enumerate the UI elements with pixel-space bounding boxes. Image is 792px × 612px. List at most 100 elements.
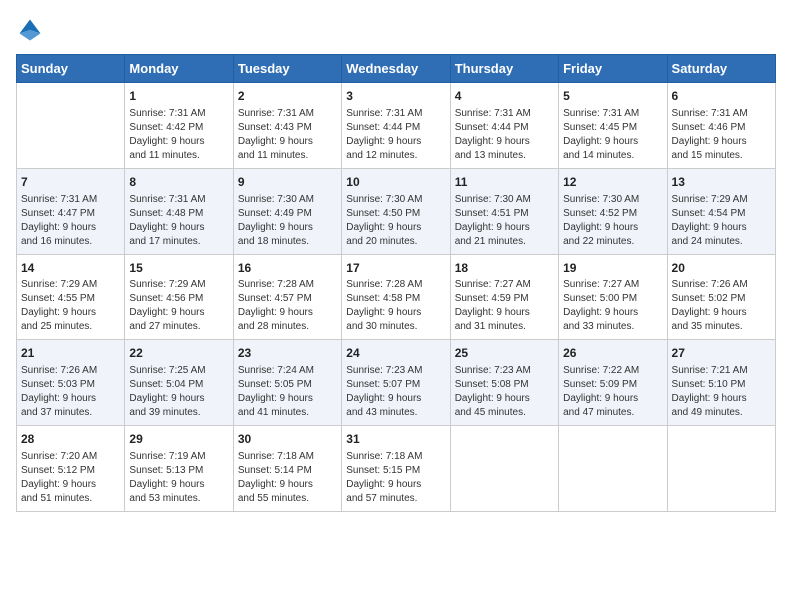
- day-info: Sunset: 4:54 PM: [672, 207, 771, 221]
- day-info: Sunset: 4:42 PM: [129, 121, 228, 135]
- weekday-header-row: SundayMondayTuesdayWednesdayThursdayFrid…: [17, 55, 776, 83]
- day-info: Daylight: 9 hours: [238, 221, 337, 235]
- day-number: 24: [346, 345, 445, 362]
- day-info: Daylight: 9 hours: [346, 135, 445, 149]
- calendar-cell: 3Sunrise: 7:31 AMSunset: 4:44 PMDaylight…: [342, 83, 450, 169]
- day-info: and 49 minutes.: [672, 406, 771, 420]
- day-info: Sunset: 4:59 PM: [455, 292, 554, 306]
- day-info: and 22 minutes.: [563, 235, 662, 249]
- day-number: 1: [129, 88, 228, 105]
- day-number: 17: [346, 260, 445, 277]
- calendar-cell: 5Sunrise: 7:31 AMSunset: 4:45 PMDaylight…: [559, 83, 667, 169]
- day-info: Sunrise: 7:27 AM: [563, 278, 662, 292]
- day-info: Sunset: 4:55 PM: [21, 292, 120, 306]
- header: [16, 16, 776, 44]
- day-number: 26: [563, 345, 662, 362]
- day-info: Sunrise: 7:31 AM: [238, 107, 337, 121]
- day-info: and 15 minutes.: [672, 149, 771, 163]
- day-info: Sunrise: 7:31 AM: [455, 107, 554, 121]
- day-info: Sunset: 5:08 PM: [455, 378, 554, 392]
- day-info: and 25 minutes.: [21, 320, 120, 334]
- day-info: Sunrise: 7:23 AM: [346, 364, 445, 378]
- calendar-cell: 30Sunrise: 7:18 AMSunset: 5:14 PMDayligh…: [233, 426, 341, 512]
- calendar-cell: [17, 83, 125, 169]
- day-number: 16: [238, 260, 337, 277]
- day-number: 15: [129, 260, 228, 277]
- day-number: 12: [563, 174, 662, 191]
- calendar-week-row: 14Sunrise: 7:29 AMSunset: 4:55 PMDayligh…: [17, 254, 776, 340]
- day-info: Sunrise: 7:30 AM: [238, 193, 337, 207]
- calendar-cell: 2Sunrise: 7:31 AMSunset: 4:43 PMDaylight…: [233, 83, 341, 169]
- day-info: Daylight: 9 hours: [346, 392, 445, 406]
- day-info: and 13 minutes.: [455, 149, 554, 163]
- day-number: 7: [21, 174, 120, 191]
- day-info: Sunset: 5:12 PM: [21, 464, 120, 478]
- day-info: Sunrise: 7:25 AM: [129, 364, 228, 378]
- weekday-header-monday: Monday: [125, 55, 233, 83]
- calendar-week-row: 21Sunrise: 7:26 AMSunset: 5:03 PMDayligh…: [17, 340, 776, 426]
- page: SundayMondayTuesdayWednesdayThursdayFrid…: [0, 0, 792, 612]
- calendar-cell: 24Sunrise: 7:23 AMSunset: 5:07 PMDayligh…: [342, 340, 450, 426]
- day-info: Sunset: 4:50 PM: [346, 207, 445, 221]
- day-info: Sunset: 5:15 PM: [346, 464, 445, 478]
- day-info: and 12 minutes.: [346, 149, 445, 163]
- day-info: Sunset: 4:43 PM: [238, 121, 337, 135]
- day-number: 31: [346, 431, 445, 448]
- calendar-cell: 27Sunrise: 7:21 AMSunset: 5:10 PMDayligh…: [667, 340, 775, 426]
- day-info: Sunset: 4:51 PM: [455, 207, 554, 221]
- day-info: and 51 minutes.: [21, 492, 120, 506]
- day-info: Daylight: 9 hours: [21, 306, 120, 320]
- day-info: Sunrise: 7:18 AM: [238, 450, 337, 464]
- day-info: Sunrise: 7:29 AM: [129, 278, 228, 292]
- day-number: 19: [563, 260, 662, 277]
- day-number: 21: [21, 345, 120, 362]
- day-number: 6: [672, 88, 771, 105]
- day-info: Daylight: 9 hours: [672, 392, 771, 406]
- calendar-cell: 29Sunrise: 7:19 AMSunset: 5:13 PMDayligh…: [125, 426, 233, 512]
- day-info: and 55 minutes.: [238, 492, 337, 506]
- day-info: Sunrise: 7:31 AM: [129, 193, 228, 207]
- day-info: Sunset: 5:10 PM: [672, 378, 771, 392]
- day-info: Sunrise: 7:20 AM: [21, 450, 120, 464]
- day-info: Sunrise: 7:31 AM: [129, 107, 228, 121]
- day-info: Daylight: 9 hours: [455, 135, 554, 149]
- day-info: Daylight: 9 hours: [563, 135, 662, 149]
- day-number: 11: [455, 174, 554, 191]
- day-number: 5: [563, 88, 662, 105]
- calendar-cell: 1Sunrise: 7:31 AMSunset: 4:42 PMDaylight…: [125, 83, 233, 169]
- day-number: 3: [346, 88, 445, 105]
- day-info: Daylight: 9 hours: [563, 392, 662, 406]
- day-number: 2: [238, 88, 337, 105]
- day-info: Daylight: 9 hours: [238, 306, 337, 320]
- calendar-cell: 6Sunrise: 7:31 AMSunset: 4:46 PMDaylight…: [667, 83, 775, 169]
- day-info: Daylight: 9 hours: [129, 221, 228, 235]
- day-info: and 37 minutes.: [21, 406, 120, 420]
- day-info: Sunset: 4:56 PM: [129, 292, 228, 306]
- day-info: Daylight: 9 hours: [129, 478, 228, 492]
- day-number: 13: [672, 174, 771, 191]
- day-info: Sunrise: 7:26 AM: [672, 278, 771, 292]
- day-info: Sunset: 5:05 PM: [238, 378, 337, 392]
- day-info: Sunset: 4:48 PM: [129, 207, 228, 221]
- day-info: Sunset: 4:52 PM: [563, 207, 662, 221]
- day-info: Daylight: 9 hours: [455, 221, 554, 235]
- day-info: Daylight: 9 hours: [238, 478, 337, 492]
- day-info: and 47 minutes.: [563, 406, 662, 420]
- day-number: 20: [672, 260, 771, 277]
- day-info: Sunrise: 7:18 AM: [346, 450, 445, 464]
- day-number: 22: [129, 345, 228, 362]
- day-info: Daylight: 9 hours: [21, 221, 120, 235]
- day-info: Sunrise: 7:22 AM: [563, 364, 662, 378]
- day-info: Sunrise: 7:29 AM: [21, 278, 120, 292]
- day-info: Sunset: 4:57 PM: [238, 292, 337, 306]
- day-info: Sunset: 4:46 PM: [672, 121, 771, 135]
- calendar-cell: 21Sunrise: 7:26 AMSunset: 5:03 PMDayligh…: [17, 340, 125, 426]
- day-info: Sunrise: 7:28 AM: [238, 278, 337, 292]
- day-info: Sunset: 5:14 PM: [238, 464, 337, 478]
- calendar-week-row: 28Sunrise: 7:20 AMSunset: 5:12 PMDayligh…: [17, 426, 776, 512]
- calendar-cell: [450, 426, 558, 512]
- day-info: Daylight: 9 hours: [346, 221, 445, 235]
- day-info: Sunset: 5:00 PM: [563, 292, 662, 306]
- day-info: Sunset: 5:09 PM: [563, 378, 662, 392]
- day-info: Daylight: 9 hours: [21, 392, 120, 406]
